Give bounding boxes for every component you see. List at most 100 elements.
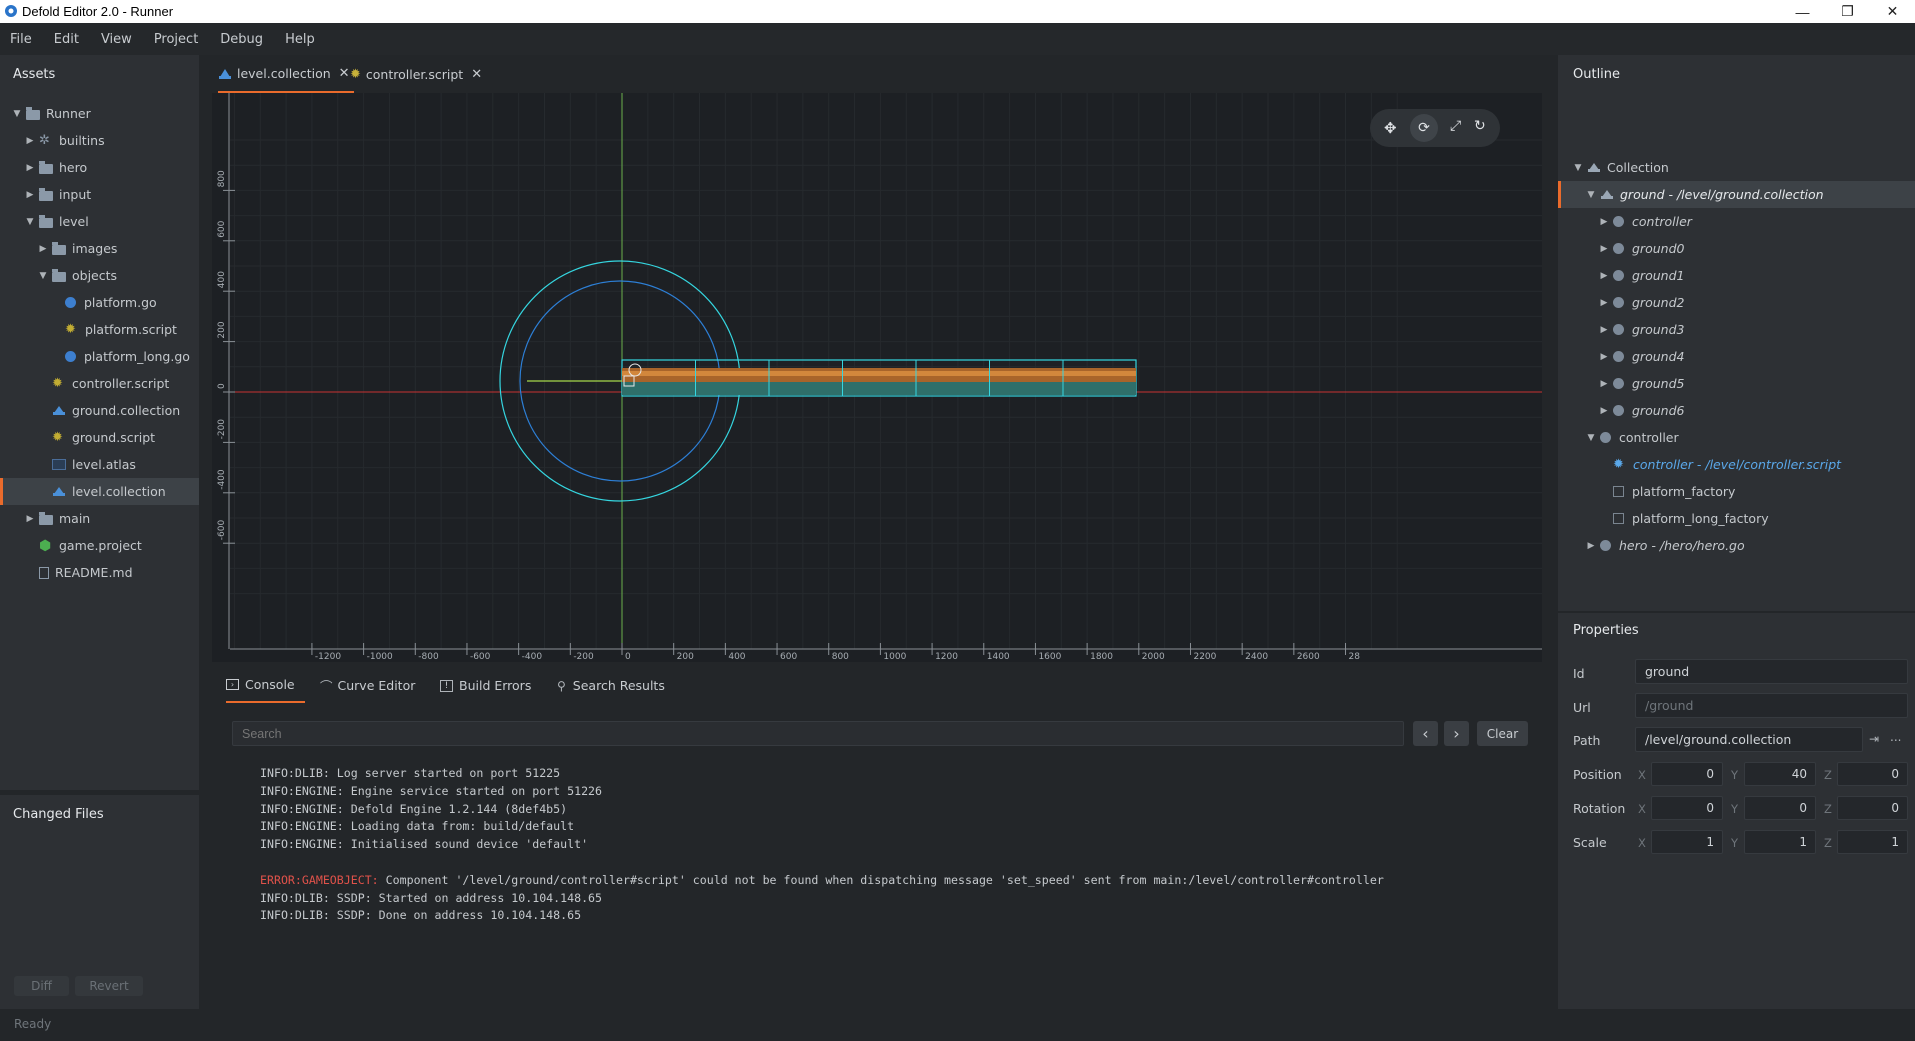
collapsed-arrow-icon[interactable]: ▶ <box>25 190 35 200</box>
asset-item-platform-go[interactable]: platform.go <box>0 289 199 316</box>
asset-item-main[interactable]: ▶ main <box>0 505 199 532</box>
menu-view[interactable]: View <box>101 32 132 47</box>
outline-item-controller[interactable]: ▶ controller <box>1558 208 1915 235</box>
rotation-x-field[interactable]: 0 <box>1651 796 1723 820</box>
asset-item-hero[interactable]: ▶ hero <box>0 154 199 181</box>
collapsed-arrow-icon[interactable]: ▶ <box>1599 298 1609 308</box>
asset-item-runner[interactable]: ▼ Runner <box>0 100 199 127</box>
scale-z-field[interactable]: 1 <box>1837 830 1908 854</box>
outline-item-ground-level-ground-collection[interactable]: ▼ ground - /level/ground.collection <box>1558 181 1915 208</box>
close-tab-icon[interactable]: ✕ <box>471 67 482 82</box>
outline-item-ground2[interactable]: ▶ ground2 <box>1558 289 1915 316</box>
rotation-y-field[interactable]: 0 <box>1744 796 1816 820</box>
position-z-field[interactable]: 0 <box>1837 762 1908 786</box>
revert-button[interactable]: Revert <box>75 976 143 996</box>
tab-curve-editor[interactable]: ⌒ Curve Editor <box>320 668 415 703</box>
outline-item-controller-level-controller-script[interactable]: ✹ controller - /level/controller.script <box>1558 451 1915 478</box>
collapsed-arrow-icon[interactable]: ▶ <box>1599 379 1609 389</box>
asset-item-level-atlas[interactable]: level.atlas <box>0 451 199 478</box>
asset-item-level[interactable]: ▼ level <box>0 208 199 235</box>
rotation-z-field[interactable]: 0 <box>1837 796 1908 820</box>
asset-item-objects[interactable]: ▼ objects <box>0 262 199 289</box>
expanded-arrow-icon[interactable]: ▼ <box>38 271 48 281</box>
prev-match-button[interactable]: ‹ <box>1413 721 1438 746</box>
asset-item-controller-script[interactable]: ✹ controller.script <box>0 370 199 397</box>
browse-path-button[interactable]: ... <box>1890 730 1901 744</box>
collapsed-arrow-icon[interactable]: ▶ <box>25 136 35 146</box>
asset-item-images[interactable]: ▶ images <box>0 235 199 262</box>
expanded-arrow-icon[interactable]: ▼ <box>1586 190 1596 200</box>
collapsed-arrow-icon[interactable]: ▶ <box>1599 325 1609 335</box>
asset-item-ground-script[interactable]: ✹ ground.script <box>0 424 199 451</box>
menu-help[interactable]: Help <box>285 32 315 47</box>
outline-item-platform-factory[interactable]: platform_factory <box>1558 478 1915 505</box>
outline-item-collection[interactable]: ▼ Collection <box>1558 154 1915 181</box>
minimize-button[interactable]: — <box>1780 0 1825 23</box>
menu-project[interactable]: Project <box>154 32 198 47</box>
asset-item-game-project[interactable]: ⬢ game.project <box>0 532 199 559</box>
outline-item-platform-long-factory[interactable]: platform_long_factory <box>1558 505 1915 532</box>
collapsed-arrow-icon[interactable]: ▶ <box>38 244 48 254</box>
collapsed-arrow-icon[interactable]: ▶ <box>1599 217 1609 227</box>
close-window-button[interactable]: ✕ <box>1870 0 1915 23</box>
close-tab-icon[interactable]: ✕ <box>339 66 350 81</box>
camera-tool-icon[interactable]: ↻ <box>1474 118 1486 134</box>
asset-item-input[interactable]: ▶ input <box>0 181 199 208</box>
folder-icon <box>52 241 66 255</box>
outline-item-ground3[interactable]: ▶ ground3 <box>1558 316 1915 343</box>
expanded-arrow-icon[interactable]: ▼ <box>1573 163 1583 173</box>
console-search-input[interactable] <box>232 721 1404 746</box>
collapsed-arrow-icon[interactable]: ▶ <box>1599 271 1609 281</box>
outline-item-hero-hero-hero-go[interactable]: ▶ hero - /hero/hero.go <box>1558 532 1915 559</box>
scale-x-field[interactable]: 1 <box>1651 830 1723 854</box>
next-match-button[interactable]: › <box>1444 721 1469 746</box>
collapsed-arrow-icon[interactable]: ▶ <box>1599 352 1609 362</box>
outline-item-ground0[interactable]: ▶ ground0 <box>1558 235 1915 262</box>
collapsed-arrow-icon[interactable]: ▶ <box>1599 244 1609 254</box>
outline-item-ground5[interactable]: ▶ ground5 <box>1558 370 1915 397</box>
maximize-button[interactable]: ❐ <box>1825 0 1870 23</box>
diff-button[interactable]: Diff <box>14 976 69 996</box>
path-field[interactable]: /level/ground.collection <box>1635 727 1863 752</box>
tab-level-collection[interactable]: level.collection ✕ <box>218 55 354 93</box>
console-line-text: INFO:ENGINE: Engine service started on p… <box>260 783 603 798</box>
window-title: Defold Editor 2.0 - Runner <box>22 4 174 19</box>
clear-console-button[interactable]: Clear <box>1477 721 1528 746</box>
move-tool-icon[interactable]: ✥ <box>1384 119 1397 137</box>
expanded-arrow-icon[interactable]: ▼ <box>25 217 35 227</box>
expanded-arrow-icon[interactable]: ▼ <box>12 109 22 119</box>
outline-item-ground1[interactable]: ▶ ground1 <box>1558 262 1915 289</box>
position-y-field[interactable]: 40 <box>1744 762 1816 786</box>
tab-controller-script[interactable]: ✹ controller.script ✕ <box>350 55 482 93</box>
scene-canvas[interactable]: -1200 -1000 -800 -600 -400 -200 0 200 400 600 800 1… <box>212 93 1542 662</box>
scale-y-field[interactable]: 1 <box>1744 830 1816 854</box>
menu-debug[interactable]: Debug <box>220 32 263 47</box>
outline-item-ground6[interactable]: ▶ ground6 <box>1558 397 1915 424</box>
id-field[interactable]: ground <box>1635 659 1908 684</box>
x-tick-label: 2600 <box>1297 652 1320 662</box>
asset-item-ground-collection[interactable]: ground.collection <box>0 397 199 424</box>
asset-item-platform-long-go[interactable]: platform_long.go <box>0 343 199 370</box>
asset-item-readme-md[interactable]: README.md <box>0 559 199 586</box>
menu-edit[interactable]: Edit <box>54 32 79 47</box>
tab-console[interactable]: › Console <box>226 668 305 703</box>
expanded-arrow-icon[interactable]: ▼ <box>1586 433 1596 443</box>
asset-item-level-collection[interactable]: level.collection <box>0 478 199 505</box>
tab-search-results[interactable]: ⚲ Search Results <box>557 668 665 703</box>
asset-item-builtins[interactable]: ▶ ✲ builtins <box>0 127 199 154</box>
collapsed-arrow-icon[interactable]: ▶ <box>1586 541 1596 551</box>
asset-item-platform-script[interactable]: ✹ platform.script <box>0 316 199 343</box>
outline-item-ground4[interactable]: ▶ ground4 <box>1558 343 1915 370</box>
tab-build-errors[interactable]: ! Build Errors <box>440 668 531 703</box>
x-tick-label: -600 <box>470 652 491 662</box>
goto-path-icon[interactable]: ⇥ <box>1869 732 1879 746</box>
outline-item-controller[interactable]: ▼ controller <box>1558 424 1915 451</box>
rotate-tool-icon[interactable]: ⟳ <box>1410 114 1438 142</box>
scene-viewport[interactable]: -1200 -1000 -800 -600 -400 -200 0 200 400 600 800 1… <box>212 93 1542 662</box>
collapsed-arrow-icon[interactable]: ▶ <box>25 514 35 524</box>
position-x-field[interactable]: 0 <box>1651 762 1723 786</box>
scale-tool-icon[interactable]: ⤢ <box>1450 118 1461 134</box>
collapsed-arrow-icon[interactable]: ▶ <box>25 163 35 173</box>
menu-file[interactable]: File <box>10 32 32 47</box>
collapsed-arrow-icon[interactable]: ▶ <box>1599 406 1609 416</box>
